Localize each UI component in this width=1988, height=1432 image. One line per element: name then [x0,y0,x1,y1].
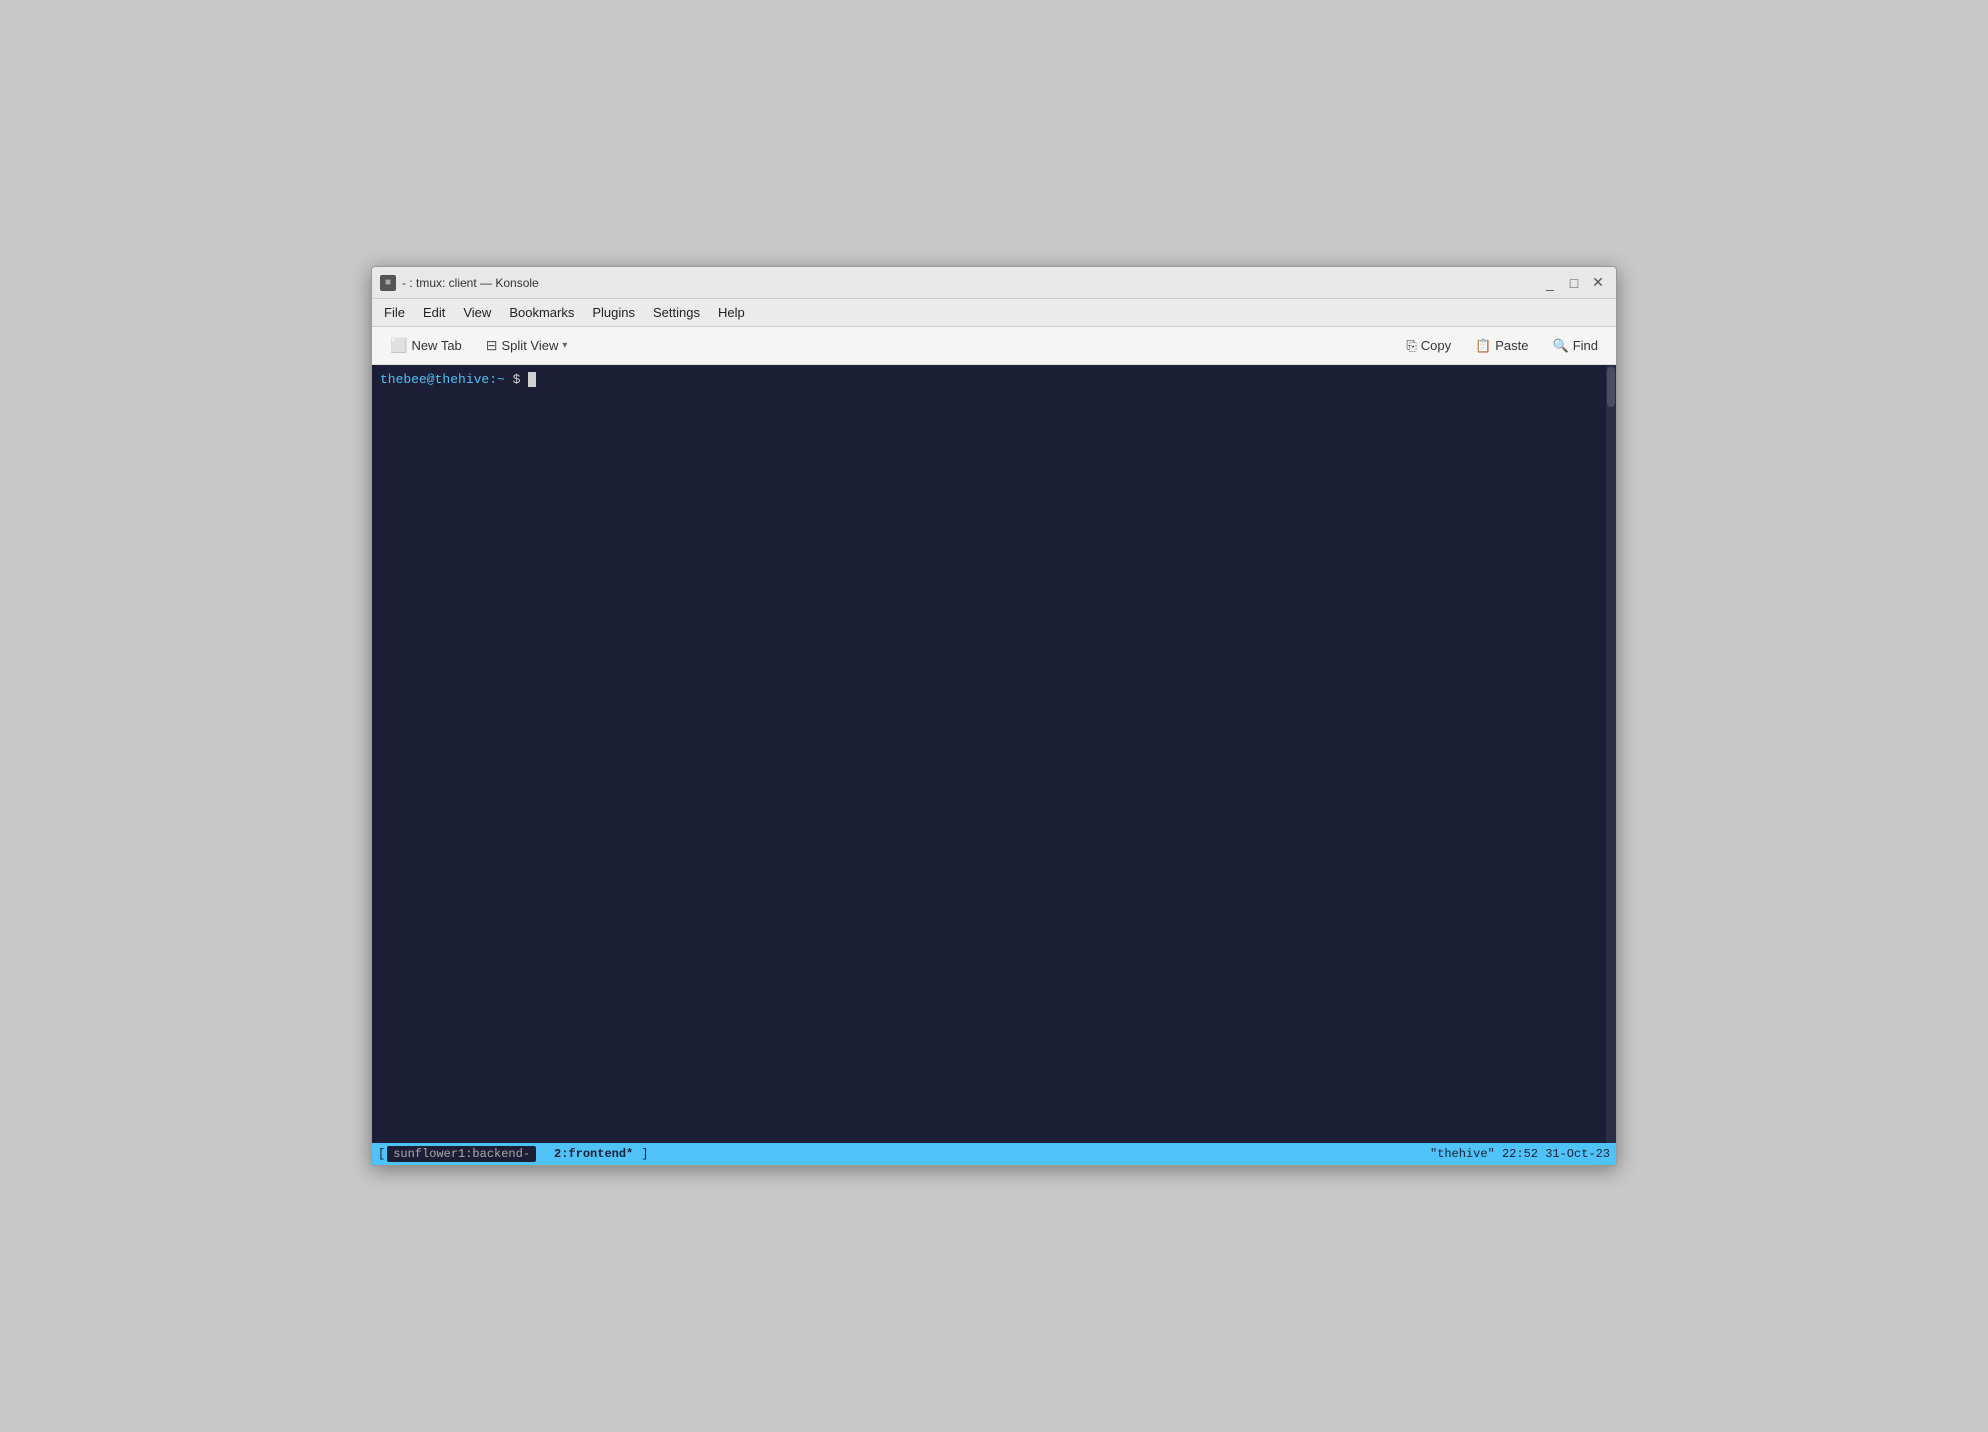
tmux-bracket-open: [ [378,1147,385,1161]
split-view-icon: ⊟ [486,337,498,354]
split-view-arrow-icon: ▾ [562,340,567,351]
tmux-bracket-close: ] [641,1147,648,1161]
toolbar: ⬜ New Tab ⊟ Split View ▾ ⎘ Copy 📋 Paste … [372,327,1616,365]
copy-button[interactable]: ⎘ Copy [1396,334,1461,358]
copy-icon: ⎘ [1406,338,1416,354]
new-tab-label: New Tab [411,338,461,353]
scrollbar[interactable] [1606,365,1616,1143]
app-icon: ■ [380,275,396,291]
menu-file[interactable]: File [376,303,413,322]
tmux-status-bar: [ sunflower1:backend- 2:frontend* ] "the… [372,1143,1616,1165]
find-button[interactable]: 🔍 Find [1543,334,1608,358]
toolbar-left: ⬜ New Tab ⊟ Split View ▾ [380,333,577,358]
menu-bookmarks[interactable]: Bookmarks [501,303,582,322]
split-view-button[interactable]: ⊟ Split View ▾ [476,333,578,358]
menu-view[interactable]: View [455,303,499,322]
paste-label: Paste [1495,338,1528,353]
prompt-path: :~ [489,372,505,387]
prompt-user: thebee@thehive [380,372,489,387]
minimize-button[interactable]: _ [1540,273,1560,293]
toolbar-right: ⎘ Copy 📋 Paste 🔍 Find [1396,334,1608,358]
new-tab-icon: ⬜ [390,337,407,354]
title-bar-left: ■ - : tmux: client — Konsole [380,275,539,291]
new-tab-button[interactable]: ⬜ New Tab [380,333,472,358]
split-view-label: Split View [502,338,559,353]
find-icon: 🔍 [1553,338,1569,354]
menu-bar: File Edit View Bookmarks Plugins Setting… [372,299,1616,327]
paste-icon: 📋 [1475,338,1491,354]
terminal-content[interactable]: thebee@thehive:~ $ [372,365,1616,395]
tmux-session-name: "thehive" [1430,1147,1495,1161]
terminal-cursor [528,372,536,387]
tmux-date: 31-Oct-23 [1545,1147,1610,1161]
maximize-button[interactable]: □ [1564,273,1584,293]
tmux-time: 22:52 [1502,1147,1538,1161]
find-label: Find [1573,338,1598,353]
terminal-area[interactable]: thebee@thehive:~ $ [372,365,1616,1143]
menu-edit[interactable]: Edit [415,303,453,322]
window-title: - : tmux: client — Konsole [402,276,539,290]
paste-button[interactable]: 📋 Paste [1465,334,1538,358]
title-bar: ■ - : tmux: client — Konsole _ □ ✕ [372,267,1616,299]
close-button[interactable]: ✕ [1588,273,1608,293]
tmux-window-2[interactable]: 2:frontend* [548,1146,639,1162]
konsole-window: ■ - : tmux: client — Konsole _ □ ✕ File … [371,266,1617,1166]
menu-settings[interactable]: Settings [645,303,708,322]
scrollbar-thumb[interactable] [1607,367,1615,407]
window-controls: _ □ ✕ [1540,273,1608,293]
prompt-symbol: $ [505,372,528,387]
copy-label: Copy [1421,338,1451,353]
menu-plugins[interactable]: Plugins [584,303,643,322]
tmux-window-1[interactable]: sunflower1:backend- [387,1146,536,1162]
tmux-session-info: "thehive" 22:52 31-Oct-23 [1430,1147,1610,1161]
tmux-window-1-label: sunflower1:backend- [393,1147,530,1161]
menu-help[interactable]: Help [710,303,753,322]
tmux-windows: [ sunflower1:backend- 2:frontend* ] [378,1146,648,1162]
tmux-window-2-label: 2:frontend* [554,1147,633,1161]
